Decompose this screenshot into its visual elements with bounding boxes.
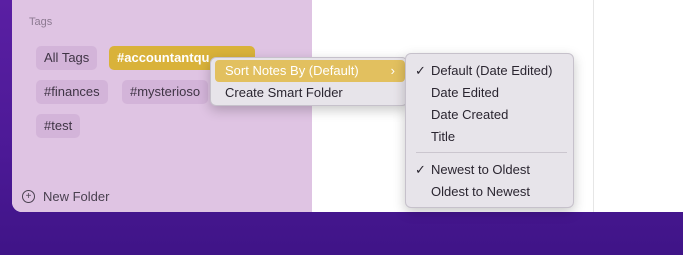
menu-item-create-smart-folder[interactable]: Create Smart Folder [225,82,343,104]
new-folder-label: New Folder [43,189,110,204]
sidebar: Tags All Tags #accountantqu #finances #m… [12,0,312,212]
submenu-item-newest-to-oldest[interactable]: ✓ Newest to Oldest [406,159,575,181]
menu-item-label: Sort Notes By (Default) [225,63,359,78]
submenu-item-date-edited[interactable]: Date Edited [431,82,499,104]
tag-all-tags[interactable]: All Tags [36,46,98,70]
pane-divider [593,0,594,212]
app-window: Tags All Tags #accountantqu #finances #m… [12,0,683,212]
submenu-item-label: Newest to Oldest [431,162,530,177]
menu-item-sort-notes-by[interactable]: Sort Notes By (Default) › [215,60,405,82]
submenu-item-date-created[interactable]: Date Created [431,104,508,126]
tag-test[interactable]: #test [36,114,81,138]
new-folder-button[interactable]: + New Folder [22,189,109,204]
checkmark-icon: ✓ [415,162,426,177]
submenu-item-title[interactable]: Title [431,126,455,148]
plus-circle-icon: + [22,190,35,203]
submenu-item-label: Default (Date Edited) [431,63,553,78]
chevron-right-icon: › [390,63,395,78]
sort-submenu: ✓ Default (Date Edited) Date Edited Date… [405,53,574,208]
context-menu: Sort Notes By (Default) › Create Smart F… [210,57,408,106]
submenu-item-oldest-to-newest[interactable]: Oldest to Newest [431,181,530,203]
submenu-item-default-date-edited[interactable]: ✓ Default (Date Edited) [406,60,575,82]
tags-section-title: Tags [29,16,53,28]
tag-finances[interactable]: #finances [36,80,108,104]
tag-mysterioso[interactable]: #mysterioso [122,80,209,104]
menu-separator [416,152,567,153]
checkmark-icon: ✓ [415,63,426,78]
